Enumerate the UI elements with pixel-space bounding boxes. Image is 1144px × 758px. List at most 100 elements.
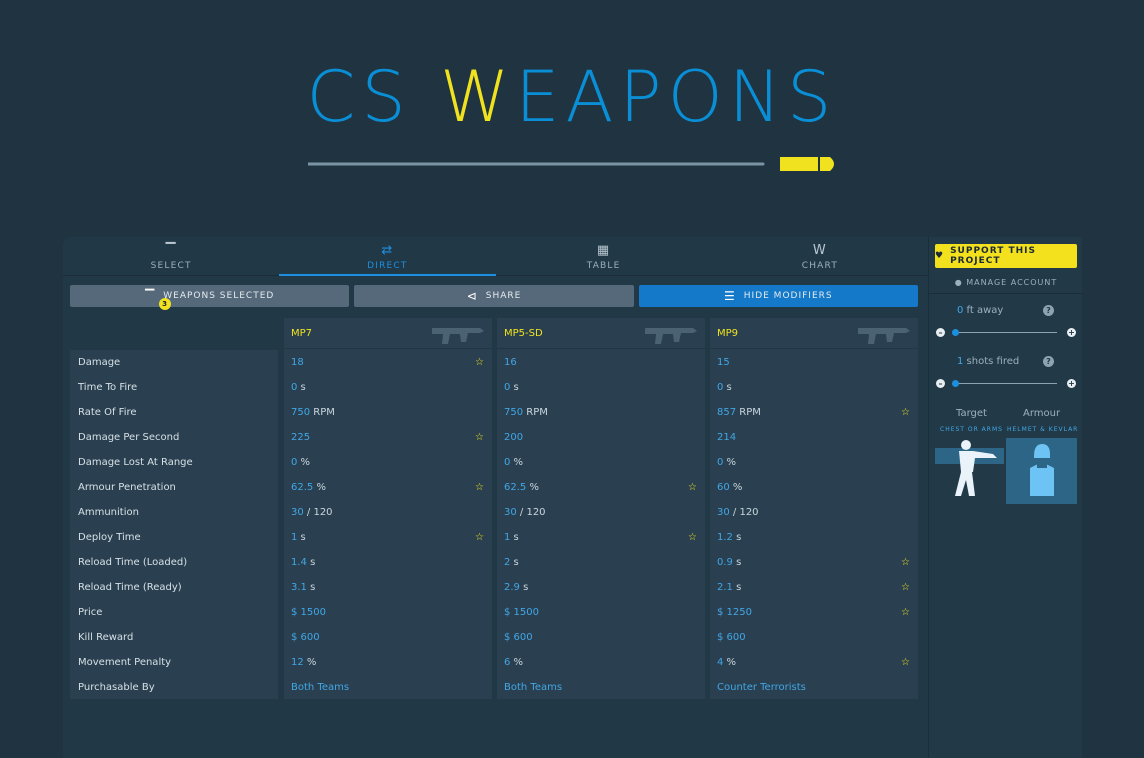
row-label: Purchasable By (78, 682, 155, 693)
stat-value: 2.1 (717, 582, 733, 593)
help-icon[interactable]: ? (1043, 356, 1054, 367)
row-label: Ammunition (78, 507, 139, 518)
tab-direct[interactable]: ⇄ DIRECT (279, 237, 496, 276)
weapon-column: MP7 18 ☆ 0 s 750 RPM 225 ☆ 0 % 62.5 % ☆ 30 / 120 1 … (284, 318, 492, 699)
stat-value: 62.5 (291, 482, 314, 493)
stat-unit: s (306, 582, 316, 593)
stat-cell: $ 600 (497, 625, 705, 650)
logo-text: CS WEAPONS (306, 56, 837, 138)
distance-minus-button[interactable]: – (936, 328, 945, 337)
stat-cell: $ 600 (284, 625, 492, 650)
best-star-icon: ☆ (475, 482, 484, 493)
stat-cell: 225 ☆ (284, 425, 492, 450)
best-star-icon: ☆ (901, 582, 910, 593)
row-label: Movement Penalty (78, 657, 172, 668)
shots-minus-button[interactable]: – (936, 379, 945, 388)
stat-value: $ 600 (291, 632, 320, 643)
sliders-icon: ☰ (724, 289, 736, 303)
stat-unit: % (303, 657, 317, 668)
soldier-target-icon[interactable] (935, 438, 1004, 504)
pistol-icon: ▔ (165, 243, 177, 258)
armour-caption: HELMET & KEVLAR (1007, 426, 1079, 433)
stat-cell: 30 / 120 (497, 500, 705, 525)
weapons-selected-label: WEAPONS SELECTED (163, 291, 275, 301)
distance-plus-button[interactable]: + (1067, 328, 1076, 337)
stat-value: 1.4 (291, 557, 307, 568)
stat-cell: 62.5 % ☆ (497, 475, 705, 500)
stat-unit: s (510, 382, 519, 393)
share-label: SHARE (485, 291, 522, 301)
tab-bar: ▔ SELECT ⇄ DIRECT ▦ TABLE W CHART (63, 237, 928, 276)
stat-unit: RPM (736, 407, 761, 418)
stat-cell: $ 1500 (497, 600, 705, 625)
best-star-icon: ☆ (901, 407, 910, 418)
stat-cell: 18 ☆ (284, 350, 492, 375)
stat-cell: 214 (710, 425, 918, 450)
stat-cell: 0 % (710, 450, 918, 475)
row-label: Damage Per Second (78, 432, 180, 443)
distance-slider[interactable] (955, 332, 1057, 333)
armour-heading: Armour (1023, 408, 1061, 419)
tab-label: SELECT (150, 261, 192, 271)
bullet-icon (308, 157, 834, 171)
kevlar-helmet-icon[interactable] (1006, 438, 1077, 504)
stat-cell: Counter Terrorists (710, 675, 918, 700)
support-project-button[interactable]: ♥ SUPPORT THIS PROJECT (935, 244, 1077, 268)
best-star-icon: ☆ (688, 482, 697, 493)
stat-cell: Both Teams (497, 675, 705, 700)
stat-cell: 200 (497, 425, 705, 450)
help-icon[interactable]: ? (1043, 305, 1054, 316)
side-panel: ♥ SUPPORT THIS PROJECT ● MANAGE ACCOUNT … (928, 237, 1083, 758)
tab-chart[interactable]: W CHART (712, 237, 928, 275)
stat-cell: 0 s (284, 375, 492, 400)
stat-cell: 4 % ☆ (710, 650, 918, 675)
best-star-icon: ☆ (688, 532, 697, 543)
shots-slider-knob[interactable] (952, 380, 959, 387)
weapon-name: MP9 (717, 328, 739, 339)
logo-part3: EAPONS (515, 56, 838, 138)
action-bar: ▔ 3 WEAPONS SELECTED ⊲ SHARE ☰ HIDE MODIF… (70, 285, 918, 310)
stat-value: 225 (291, 432, 311, 443)
weapon-name: MP7 (291, 328, 313, 339)
main-panel: ▔ SELECT ⇄ DIRECT ▦ TABLE W CHART ▔ 3 WEA… (63, 237, 928, 758)
stat-cell: 30 / 120 (710, 500, 918, 525)
stat-value: 0.9 (717, 557, 733, 568)
stat-cell: $ 1250 ☆ (710, 600, 918, 625)
distance-slider-knob[interactable] (952, 329, 959, 336)
stat-cell: 1 s ☆ (497, 525, 705, 550)
best-star-icon: ☆ (901, 607, 910, 618)
stat-cell: $ 1500 (284, 600, 492, 625)
stat-unit: % (297, 457, 311, 468)
weapon-header[interactable]: MP7 (284, 318, 492, 349)
stat-cell: 1 s ☆ (284, 525, 492, 550)
support-label: SUPPORT THIS PROJECT (950, 246, 1037, 266)
hide-modifiers-button[interactable]: ☰ HIDE MODIFIERS (638, 285, 918, 307)
pistol-icon: ▔ 3 (145, 289, 172, 310)
stat-cell: 857 RPM ☆ (710, 400, 918, 425)
stat-value: Counter Terrorists (717, 682, 806, 693)
target-heading: Target (956, 408, 987, 419)
share-button[interactable]: ⊲ SHARE (354, 285, 634, 307)
stat-cell: 15 (710, 350, 918, 375)
tab-select[interactable]: ▔ SELECT (63, 237, 279, 275)
stat-cell: 2.9 s (497, 575, 705, 600)
weapon-header[interactable]: MP9 (710, 318, 918, 349)
best-star-icon: ☆ (475, 357, 484, 368)
stat-cell: 2.1 s ☆ (710, 575, 918, 600)
divider (929, 293, 1083, 294)
stat-value: 1.2 (717, 532, 733, 543)
target-caption: CHEST OR ARMS (940, 426, 1003, 433)
row-label: Armour Penetration (78, 482, 176, 493)
manage-account-link[interactable]: ● MANAGE ACCOUNT (929, 278, 1083, 287)
shots-slider[interactable] (955, 383, 1057, 384)
row-label: Kill Reward (78, 632, 134, 643)
best-star-icon: ☆ (901, 557, 910, 568)
tab-table[interactable]: ▦ TABLE (496, 237, 712, 275)
logo-part2: W (440, 56, 516, 138)
weapons-selected-button[interactable]: ▔ 3 WEAPONS SELECTED (70, 285, 350, 310)
selected-count-badge: 3 (159, 298, 172, 310)
stat-value: 30 (717, 507, 730, 518)
shots-plus-button[interactable]: + (1067, 379, 1076, 388)
weapon-header[interactable]: MP5-SD (497, 318, 705, 349)
stat-value: 857 (717, 407, 737, 418)
